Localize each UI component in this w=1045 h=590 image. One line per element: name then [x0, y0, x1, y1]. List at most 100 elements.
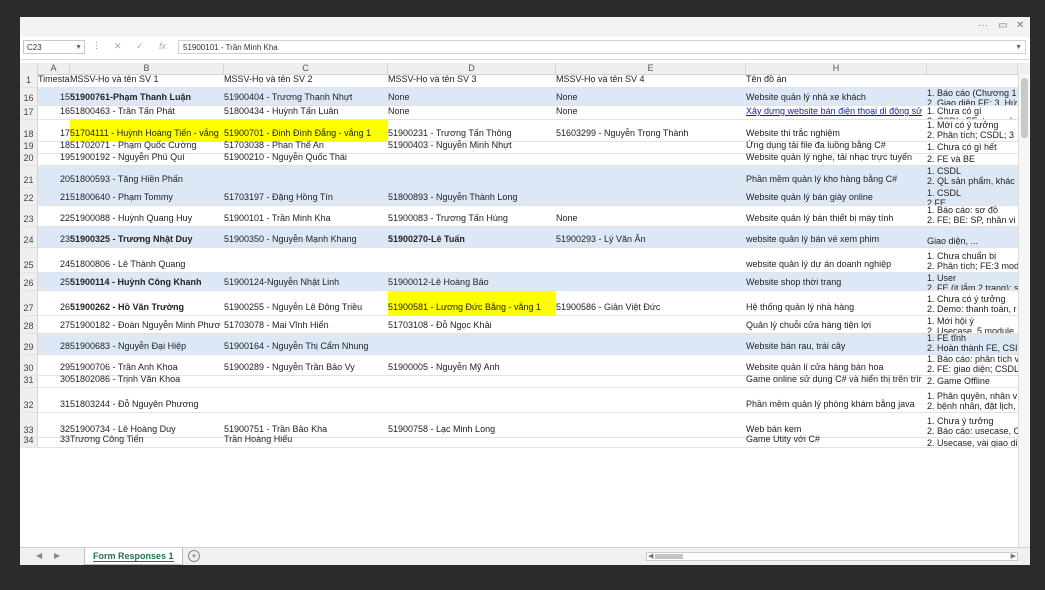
sv1-cell[interactable]: 51704111 - Huỳnh Hoàng Tiến - vắng [70, 128, 222, 139]
project-name-cell[interactable]: Game Utity với C# [746, 434, 926, 445]
progress-notes-cell[interactable]: 1. Mới có ý tưởng 2. Phân tích; CSDL; 3 [927, 120, 1022, 141]
sv1-cell[interactable]: 51900182 - Đoàn Nguyễn Minh Phươ [70, 320, 222, 331]
cancel-icon[interactable]: ✕ [114, 41, 122, 52]
progress-notes-cell[interactable]: 2. Usecase, vài giao di [927, 438, 1022, 447]
sv1-cell[interactable]: 51800463 - Trần Tấn Phát [70, 106, 222, 117]
sv3-cell[interactable]: 51900270-Lê Tuấn [388, 234, 554, 245]
column-header-i[interactable] [927, 63, 1018, 74]
progress-notes-cell[interactable]: 2. FE và BE [927, 154, 1022, 165]
project-name-cell[interactable]: Website thi trắc nghiệm [746, 128, 926, 139]
sv3-cell[interactable]: 51703108 - Đỗ Ngọc Khải [388, 320, 554, 331]
project-name-cell[interactable]: website quản lý bán vé xem phim [746, 234, 926, 245]
progress-notes-cell[interactable]: 2. Game Offline [927, 376, 1022, 387]
name-box-dropdown-icon[interactable]: ▼ [75, 41, 82, 55]
sv1-cell[interactable]: 51800806 - Lê Thành Quang [70, 259, 222, 270]
progress-notes-cell[interactable]: 1. Mới hội ý 2. Usecase, 5 module [927, 316, 1022, 333]
scroll-right-icon[interactable]: ▶ [1011, 552, 1016, 560]
timestamp-cell[interactable]: 24 [38, 259, 70, 270]
row-number[interactable]: 30 [20, 355, 38, 375]
sv1-cell[interactable]: 51900192 - Nguyễn Phú Quí [70, 152, 222, 163]
progress-notes-cell[interactable]: 1. FE tĩnh 2. Hoàn thành FE, CSI [927, 334, 1022, 354]
sv3-cell[interactable]: 51900012-Lê Hoàng Bảo [388, 277, 554, 288]
sv1-cell[interactable]: 51802086 - Trịnh Văn Khoa [70, 374, 222, 385]
sv3-cell[interactable]: 51900083 - Trương Tấn Hùng [388, 213, 554, 224]
sv1-cell[interactable]: 51900262 - Hồ Văn Trường [70, 302, 222, 313]
timestamp-cell[interactable]: 18 [38, 140, 70, 151]
progress-notes-cell[interactable]: 1. CSDL 2. QL sản phẩm, khác [927, 166, 1022, 187]
formula-input[interactable]: 51900101 - Trần Minh Kha ▼ [178, 40, 1026, 54]
project-name-cell[interactable]: Phần mềm quản lý phòng khám bằng java [746, 399, 926, 410]
vertical-scroll-thumb[interactable] [1021, 78, 1028, 138]
column-header-d[interactable]: D [388, 63, 556, 74]
project-name-cell[interactable]: Ứng dụng tải file đa luồng bằng C# [746, 140, 926, 151]
timestamp-cell[interactable]: 31 [38, 399, 70, 410]
project-name-cell[interactable]: website quản lý dự án doanh nghiệp [746, 259, 926, 270]
sv2-cell[interactable]: 51900255 - Nguyễn Lê Đông Triều [224, 302, 386, 313]
sv1-cell[interactable]: 51900325 - Trương Nhật Duy [70, 234, 222, 245]
close-icon[interactable]: ✕ [1016, 20, 1024, 31]
more-options-icon[interactable]: ··· [978, 20, 988, 31]
sv1-cell[interactable]: 51702071 - Phạm Quốc Cường [70, 140, 222, 151]
sv1-cell[interactable]: 51900114 - Huỳnh Công Khanh [70, 277, 222, 288]
row-number[interactable]: 18 [20, 120, 38, 141]
name-box[interactable]: C23 ▼ [23, 40, 85, 54]
row-number[interactable]: 26 [20, 273, 38, 290]
progress-notes-cell[interactable]: 1. User 2. FE (it lắm 2 trang); s [927, 273, 1022, 290]
project-name-cell[interactable]: Website quản lí cửa hàng bán hoa [746, 362, 926, 373]
sv3-cell[interactable]: 51900231 - Trương Tấn Thông [388, 128, 554, 139]
column-header-b[interactable]: B [70, 63, 224, 74]
timestamp-cell[interactable]: 30 [38, 374, 70, 385]
sv2-cell[interactable]: 51900350 - Nguyễn Mạnh Khang [224, 234, 386, 245]
sv1-cell[interactable]: 51900683 - Nguyễn Đại Hiệp [70, 341, 222, 352]
timestamp-cell[interactable]: 33 [38, 434, 70, 445]
project-name-cell[interactable]: Quản lý chuỗi cửa hàng tiện lợi [746, 320, 926, 331]
column-header-e[interactable]: E [556, 63, 746, 74]
sv1-cell[interactable]: Trương Công Tiến [70, 434, 222, 445]
header-cell-sv1[interactable]: MSSV-Họ và tên SV 1 [70, 74, 222, 85]
sv1-cell[interactable]: 51900761-Phạm Thanh Luận [70, 92, 222, 103]
sv2-cell[interactable]: 51900701 - Đinh Đình Đẳng - vắng 1 [224, 128, 386, 139]
sv2-cell[interactable]: 51900289 - Nguyễn Trần Bảo Vy [224, 362, 386, 373]
horizontal-scrollbar[interactable]: ◀ ▶ [646, 552, 1018, 561]
insert-function-icon[interactable]: fx [159, 41, 166, 51]
timestamp-cell[interactable]: 25 [38, 277, 70, 288]
header-cell-sv2[interactable]: MSSV-Họ và tên SV 2 [224, 74, 386, 85]
row-number[interactable]: 28 [20, 316, 38, 333]
project-name-cell[interactable]: Website shop thời trang [746, 277, 926, 288]
sv3-cell[interactable]: 51900758 - Lạc Minh Long [388, 424, 554, 435]
horizontal-scroll-thumb[interactable] [655, 554, 683, 559]
project-name-cell[interactable]: Xây dựng website bán điện thoại di động … [746, 106, 926, 117]
row-number[interactable]: 34 [20, 435, 38, 447]
row-number[interactable]: 17 [20, 106, 38, 119]
row-number[interactable]: 1 [20, 74, 38, 87]
sv2-cell[interactable]: 51900124-Nguyễn Nhật Linh [224, 277, 386, 288]
row-number[interactable]: 32 [20, 388, 38, 412]
project-name-cell[interactable]: Website quản lý nghe, tải nhạc trực tuyế… [746, 152, 926, 163]
timestamp-cell[interactable]: 23 [38, 234, 70, 245]
header-cell-timestamp[interactable]: Timestam [38, 74, 70, 85]
row-number[interactable]: 27 [20, 291, 38, 315]
row-number[interactable]: 22 [20, 188, 38, 205]
timestamp-cell[interactable]: 22 [38, 213, 70, 224]
scroll-left-icon[interactable]: ◀ [648, 552, 653, 560]
progress-notes-cell[interactable]: 1. Báo cáo: phân tích v 2. FE: giao diện;… [927, 355, 1022, 375]
sv4-cell[interactable]: 51900293 - Lý Văn Ân [556, 234, 744, 245]
progress-notes-cell[interactable]: 1. Chưa ý tưởng 2. Báo cáo: usecase, C [927, 413, 1022, 437]
header-cell-project-name[interactable]: Tên đồ án [746, 74, 926, 85]
sv2-cell[interactable]: Trần Hoàng Hiếu [224, 434, 386, 445]
sv3-cell[interactable]: 51800893 - Nguyễn Thành Long [388, 192, 554, 203]
column-header-c[interactable]: C [224, 63, 388, 74]
row-number[interactable]: 29 [20, 334, 38, 354]
sheet-tab-form-responses[interactable]: Form Responses 1 [84, 548, 183, 565]
progress-notes-cell[interactable]: 1. Báo cáo (Chương 1 2. Giao diện FE; 3. … [927, 88, 1022, 105]
timestamp-cell[interactable]: 17 [38, 128, 70, 139]
expand-formula-icon[interactable]: ▼ [1015, 41, 1022, 55]
sv1-cell[interactable]: 51800640 - Phạm Tommy [70, 192, 222, 203]
project-name-cell[interactable]: Website bán rau, trái cây [746, 341, 926, 352]
next-sheet-icon[interactable]: ▶ [54, 551, 60, 560]
timestamp-cell[interactable]: 16 [38, 106, 70, 117]
project-name-cell[interactable]: Website quản lý bán thiết bị máy tính [746, 213, 926, 224]
sv1-cell[interactable]: 51900088 - Huỳnh Quang Huy [70, 213, 222, 224]
enter-icon[interactable]: ✓ [136, 41, 144, 52]
progress-notes-cell[interactable]: 1. Chưa chuẩn bị 2. Phân tích; FE:3 mod [927, 248, 1022, 272]
